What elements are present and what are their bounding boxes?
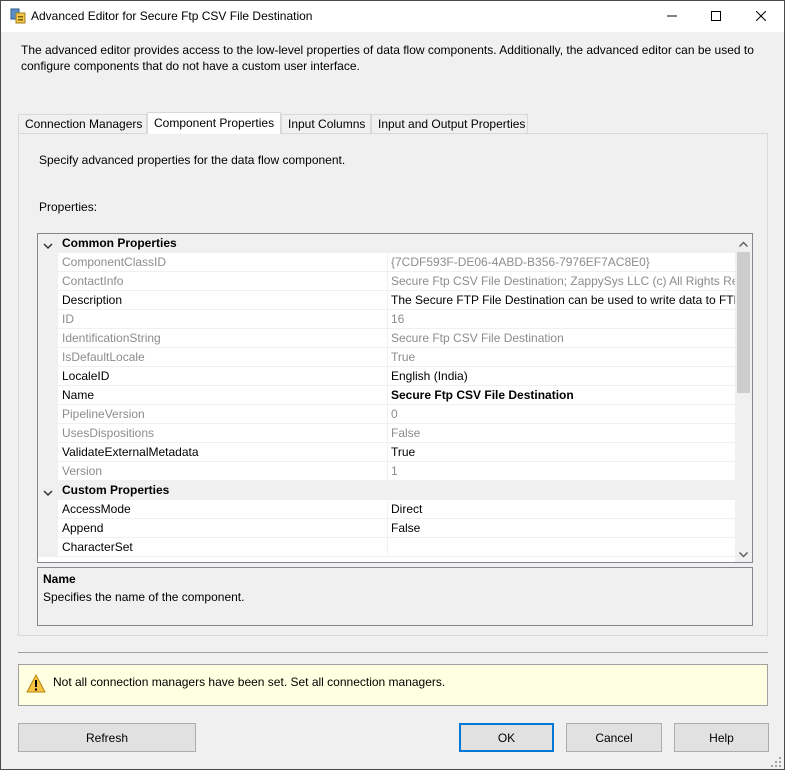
- property-value: Secure Ftp CSV File Destination: [391, 331, 564, 345]
- ssis-component-icon: [10, 8, 26, 24]
- property-name: ComponentClassID: [62, 255, 167, 269]
- category-common-properties[interactable]: Common Properties: [38, 234, 736, 253]
- maximize-icon: [710, 10, 721, 24]
- property-name: ID: [62, 312, 74, 326]
- component-properties-panel: Specify advanced properties for the data…: [18, 133, 768, 636]
- property-value: True: [391, 350, 416, 364]
- property-name: Name: [62, 388, 95, 402]
- property-value[interactable]: The Secure FTP File Destination can be u…: [391, 291, 736, 310]
- property-row[interactable]: Description The Secure FTP File Destinati…: [38, 291, 736, 310]
- property-value: Secure Ftp CSV File Destination; ZappySy…: [391, 274, 736, 288]
- close-icon: [755, 10, 766, 24]
- property-row[interactable]: ContactInfo Secure Ftp CSV File Destinati…: [38, 272, 736, 291]
- tab-input-columns[interactable]: Input Columns: [281, 114, 371, 133]
- property-row[interactable]: ComponentClassID {7CDF593F-DE06-4ABD-B356…: [38, 253, 736, 272]
- property-row[interactable]: ValidateExternalMetadata True: [38, 443, 736, 462]
- property-value[interactable]: True: [391, 443, 736, 462]
- property-row[interactable]: CharacterSet: [38, 538, 736, 557]
- property-row[interactable]: Version 1: [38, 462, 736, 481]
- tab-connection-managers[interactable]: Connection Managers: [18, 114, 147, 133]
- property-value: False: [391, 426, 421, 440]
- property-value[interactable]: Direct: [391, 500, 736, 519]
- chevron-down-icon: [738, 547, 749, 561]
- category-label: Common Properties: [62, 236, 177, 250]
- property-value[interactable]: [391, 538, 736, 557]
- property-name: IdentificationString: [62, 331, 161, 345]
- scroll-up-button[interactable]: [735, 234, 752, 251]
- warning-text: Not all connection managers have been se…: [53, 675, 446, 689]
- property-name: LocaleID: [62, 369, 110, 383]
- property-name: PipelineVersion: [62, 407, 145, 421]
- vertical-scrollbar[interactable]: [735, 234, 752, 562]
- category-label: Custom Properties: [62, 483, 170, 497]
- minimize-icon: [666, 10, 677, 24]
- property-value[interactable]: False: [391, 519, 736, 538]
- scrollbar-thumb[interactable]: [737, 252, 750, 393]
- property-grid[interactable]: Common Properties ComponentClassID {7CDF5…: [37, 233, 753, 563]
- property-name: ContactInfo: [62, 274, 124, 288]
- refresh-button[interactable]: Refresh: [18, 723, 196, 752]
- property-name: Version: [62, 464, 103, 478]
- property-row[interactable]: ID 16: [38, 310, 736, 329]
- collapse-chevron-icon[interactable]: [43, 485, 53, 497]
- property-value: 16: [391, 312, 405, 326]
- property-row[interactable]: IdentificationString Secure Ftp CSV File …: [38, 329, 736, 348]
- collapse-chevron-icon[interactable]: [43, 238, 53, 250]
- properties-label: Properties:: [39, 200, 98, 214]
- editor-description: The advanced editor provides access to t…: [21, 43, 754, 73]
- property-value: 1: [391, 464, 398, 478]
- help-title: Name: [43, 572, 76, 586]
- property-name: UsesDispositions: [62, 426, 155, 440]
- tab-input-output-properties[interactable]: Input and Output Properties: [371, 114, 528, 133]
- help-button[interactable]: Help: [674, 723, 769, 752]
- property-name: Append: [62, 521, 104, 535]
- property-row[interactable]: PipelineVersion 0: [38, 405, 736, 424]
- property-help-panel: Name Specifies the name of the component…: [37, 567, 753, 626]
- property-value[interactable]: English (India): [391, 367, 736, 386]
- tab-component-properties[interactable]: Component Properties: [147, 112, 281, 134]
- warning-banner: Not all connection managers have been se…: [18, 664, 768, 706]
- property-row[interactable]: IsDefaultLocale True: [38, 348, 736, 367]
- title-bar: Advanced Editor for Secure Ftp CSV File …: [1, 1, 784, 32]
- property-value[interactable]: Secure Ftp CSV File Destination: [391, 386, 736, 405]
- property-name: Description: [62, 293, 123, 307]
- ok-button[interactable]: OK: [459, 723, 554, 752]
- property-name: IsDefaultLocale: [62, 350, 145, 364]
- property-value: {7CDF593F-DE06-4ABD-B356-7976EF7AC8E0}: [391, 255, 650, 269]
- property-name: AccessMode: [62, 502, 131, 516]
- dialog-window: Advanced Editor for Secure Ftp CSV File …: [0, 0, 785, 770]
- cancel-button[interactable]: Cancel: [566, 723, 662, 752]
- maximize-button[interactable]: [693, 1, 738, 32]
- property-row[interactable]: AccessMode Direct: [38, 500, 736, 519]
- help-text: Specifies the name of the component.: [43, 590, 245, 604]
- window-title: Advanced Editor for Secure Ftp CSV File …: [31, 9, 313, 23]
- property-row[interactable]: Append False: [38, 519, 736, 538]
- minimize-button[interactable]: [649, 1, 694, 32]
- divider: [18, 652, 768, 653]
- property-name: CharacterSet: [62, 540, 133, 554]
- panel-intro: Specify advanced properties for the data…: [39, 153, 346, 167]
- warning-icon: [26, 673, 46, 694]
- property-row[interactable]: UsesDispositions False: [38, 424, 736, 443]
- property-value: 0: [391, 407, 398, 421]
- chevron-up-icon: [738, 236, 749, 250]
- property-row[interactable]: LocaleID English (India): [38, 367, 736, 386]
- property-row-selected[interactable]: Name Secure Ftp CSV File Destination: [38, 386, 736, 405]
- resize-grip-icon[interactable]: [771, 756, 781, 767]
- close-button[interactable]: [738, 1, 783, 32]
- scroll-down-button[interactable]: [735, 545, 752, 562]
- category-custom-properties[interactable]: Custom Properties: [38, 481, 736, 500]
- property-name: ValidateExternalMetadata: [62, 445, 199, 459]
